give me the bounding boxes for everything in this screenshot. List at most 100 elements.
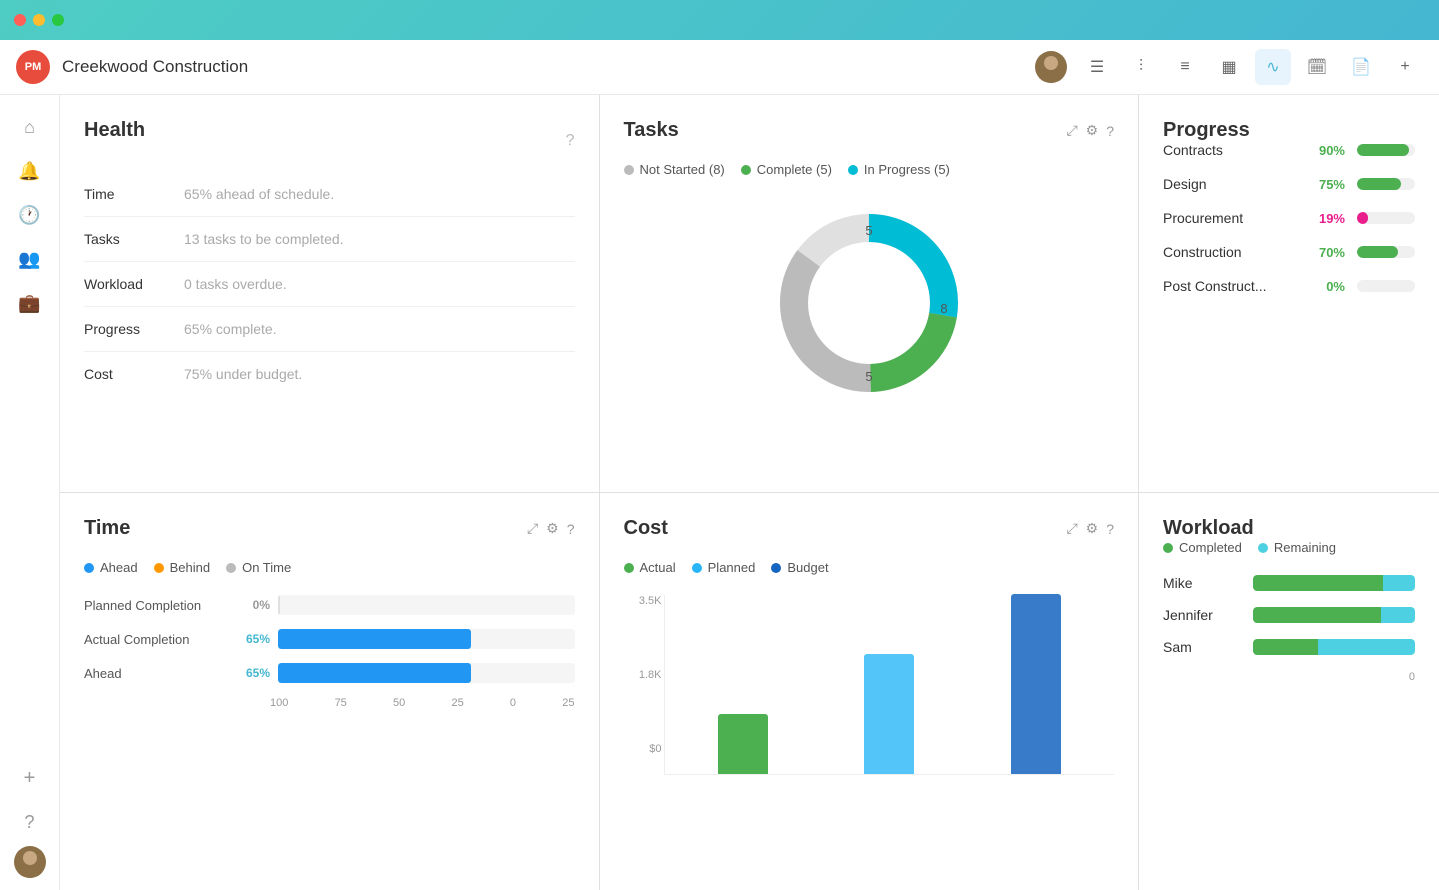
progress-row: Design 75% [1163, 176, 1415, 192]
tasks-title: Tasks [624, 119, 1067, 142]
legend-dot [624, 165, 634, 175]
dashboard-grid: Health ? Time65% ahead of schedule.Tasks… [60, 95, 1439, 890]
time-bar-fill [278, 595, 280, 615]
workload-axis: 0 [1163, 671, 1415, 683]
workload-remaining-bar [1318, 639, 1415, 655]
add-view-icon[interactable]: + [1387, 49, 1423, 85]
tasks-panel: Tasks ⤢ ⚙ ? Not Started (8)Complete (5)I… [600, 95, 1139, 492]
header-nav: ☰ ⫶ ≡ ▦ ∿ 🗓 📄 + [1079, 49, 1423, 85]
workload-row: Sam [1163, 639, 1415, 655]
legend-dot [848, 165, 858, 175]
maximize-button[interactable] [52, 14, 64, 26]
cost-legend: Actual Planned Budget [624, 560, 1115, 575]
sidebar-team-icon[interactable]: 👥 [10, 239, 50, 279]
cost-panel: Cost ⤢ ⚙ ? ActualPlannedBudget 3.5K 1.8K… [600, 493, 1139, 890]
health-row: Workload0 tasks overdue. [84, 262, 575, 307]
time-legend: Ahead Behind On Time [84, 560, 575, 575]
health-row: Cost75% under budget. [84, 352, 575, 396]
svg-text:8: 8 [940, 301, 947, 316]
time-legend-item: Ahead [84, 560, 138, 575]
time-settings-icon[interactable]: ⚙ [546, 520, 559, 537]
workload-remaining-bar [1381, 607, 1415, 623]
progress-row: Procurement 19% [1163, 210, 1415, 226]
time-title: Time [84, 517, 527, 540]
time-bar-row: Ahead 65% [84, 663, 575, 683]
cost-help-icon[interactable]: ? [1106, 521, 1114, 537]
cost-settings-icon[interactable]: ⚙ [1086, 520, 1099, 537]
sidebar-portfolio-icon[interactable]: 💼 [10, 283, 50, 323]
cost-title: Cost [624, 517, 1067, 540]
cost-planned-bar [864, 654, 914, 774]
titlebar [0, 0, 1439, 40]
close-button[interactable] [14, 14, 26, 26]
tasks-legend-item: Complete (5) [741, 162, 832, 177]
time-legend-item: On Time [226, 560, 291, 575]
time-bar-row: Planned Completion 0% [84, 595, 575, 615]
time-axis: 100755025025 [84, 697, 575, 709]
user-avatar[interactable] [1035, 51, 1067, 83]
health-row: Progress65% complete. [84, 307, 575, 352]
tasks-settings-icon[interactable]: ⚙ [1086, 122, 1099, 139]
file-view-icon[interactable]: 📄 [1343, 49, 1379, 85]
cost-legend-item: Budget [771, 560, 828, 575]
legend-dot [624, 563, 634, 573]
workload-legend: Completed Remaining [1163, 540, 1415, 555]
workload-rows: Mike Jennifer Sam [1163, 575, 1415, 655]
app-layout: ⌂ 🔔 🕐 👥 💼 + ? Health ? Time65% ahead of … [0, 95, 1439, 890]
dashboard-view-icon[interactable]: ∿ [1255, 49, 1291, 85]
progress-panel: Progress Contracts 90% Design 75% Procur… [1139, 95, 1439, 492]
minimize-button[interactable] [33, 14, 45, 26]
legend-dot [154, 563, 164, 573]
time-bar-row: Actual Completion 65% [84, 629, 575, 649]
calendar-view-icon[interactable]: 🗓 [1299, 49, 1335, 85]
time-bar-fill [278, 629, 471, 649]
sidebar-user-avatar[interactable] [14, 846, 46, 878]
cost-expand-icon[interactable]: ⤢ [1066, 520, 1077, 537]
workload-row: Mike [1163, 575, 1415, 591]
pm-logo: PM [16, 50, 50, 84]
time-help-icon[interactable]: ? [567, 521, 575, 537]
donut-chart: 5 8 5 [624, 193, 1115, 413]
cost-budget-bar [1011, 594, 1061, 774]
table-view-icon[interactable]: ▦ [1211, 49, 1247, 85]
sidebar-help-icon[interactable]: ? [10, 802, 50, 842]
workload-completed-bar [1253, 639, 1318, 655]
time-expand-icon[interactable]: ⤢ [527, 520, 538, 537]
cost-legend-item: Actual [624, 560, 676, 575]
legend-dot [1163, 543, 1173, 553]
gantt-view-icon[interactable]: ⫶ [1123, 49, 1159, 85]
progress-row: Post Construct... 0% [1163, 278, 1415, 294]
health-title: Health [84, 119, 145, 142]
progress-row: Contracts 90% [1163, 142, 1415, 158]
progress-rows: Contracts 90% Design 75% Procurement 19%… [1163, 142, 1415, 294]
progress-title: Progress [1163, 119, 1250, 141]
tasks-expand-icon[interactable]: ⤢ [1066, 122, 1077, 139]
cost-legend-item: Planned [692, 560, 756, 575]
svg-text:5: 5 [865, 223, 872, 238]
time-panel: Time ⤢ ⚙ ? Ahead Behind On Time Planned Co… [60, 493, 599, 890]
workload-legend-item: Remaining [1258, 540, 1336, 555]
tasks-help-icon[interactable]: ? [1106, 123, 1114, 139]
legend-dot [771, 563, 781, 573]
sidebar-notifications-icon[interactable]: 🔔 [10, 151, 50, 191]
project-title: Creekwood Construction [62, 57, 1023, 77]
sidebar-history-icon[interactable]: 🕐 [10, 195, 50, 235]
workload-legend-item: Completed [1163, 540, 1242, 555]
sidebar-home-icon[interactable]: ⌂ [10, 107, 50, 147]
list-view-icon[interactable]: ☰ [1079, 49, 1115, 85]
legend-dot [1258, 543, 1268, 553]
workload-completed-bar [1253, 575, 1383, 591]
tasks-legend-item: In Progress (5) [848, 162, 950, 177]
sidebar-add-icon[interactable]: + [10, 758, 50, 798]
health-help-icon[interactable]: ? [566, 132, 575, 150]
board-view-icon[interactable]: ≡ [1167, 49, 1203, 85]
sidebar: ⌂ 🔔 🕐 👥 💼 + ? [0, 95, 60, 890]
health-row: Time65% ahead of schedule. [84, 172, 575, 217]
workload-title: Workload [1163, 517, 1254, 539]
time-bars: Planned Completion 0% Actual Completion … [84, 595, 575, 683]
cost-actual-bar [718, 714, 768, 774]
workload-row: Jennifer [1163, 607, 1415, 623]
time-legend-item: Behind [154, 560, 210, 575]
health-row: Tasks13 tasks to be completed. [84, 217, 575, 262]
health-rows: Time65% ahead of schedule.Tasks13 tasks … [84, 172, 575, 396]
